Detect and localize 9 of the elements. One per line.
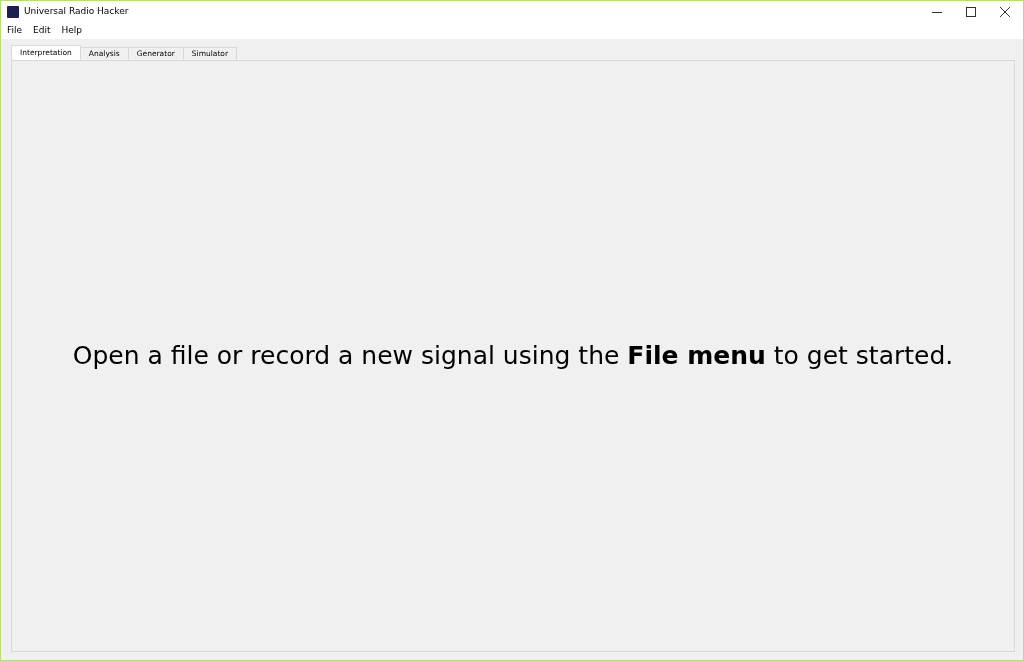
- window-title: Universal Radio Hacker: [24, 5, 129, 19]
- menu-item[interactable]: Edit: [33, 24, 51, 38]
- maximize-icon[interactable]: [966, 7, 976, 17]
- app-icon: [7, 6, 19, 18]
- menu-item[interactable]: File: [7, 24, 23, 38]
- menu-item[interactable]: Help: [61, 24, 83, 38]
- minimize-icon[interactable]: [932, 11, 942, 13]
- instruction-text: Open a file or record a new signal using the File menu to get started.: [72, 340, 954, 373]
- close-icon[interactable]: [1000, 7, 1010, 17]
